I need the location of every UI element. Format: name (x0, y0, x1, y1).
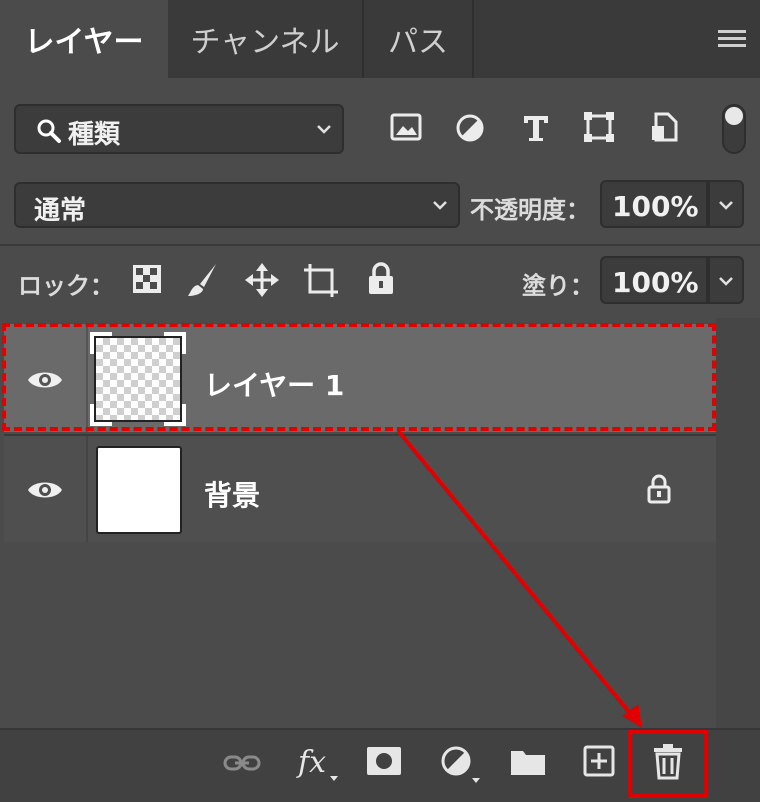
add-layer-mask-icon[interactable] (366, 746, 402, 776)
link-layers-icon[interactable] (222, 750, 262, 776)
new-layer-icon[interactable] (582, 744, 616, 778)
fx-layer-style-icon[interactable]: fx (296, 742, 342, 782)
new-group-folder-icon[interactable] (510, 746, 546, 776)
annotation-trash-highlight (628, 730, 708, 798)
new-adjustment-layer-icon[interactable] (440, 744, 482, 784)
svg-text:fx: fx (296, 745, 326, 780)
annotation-arrow (396, 429, 642, 728)
